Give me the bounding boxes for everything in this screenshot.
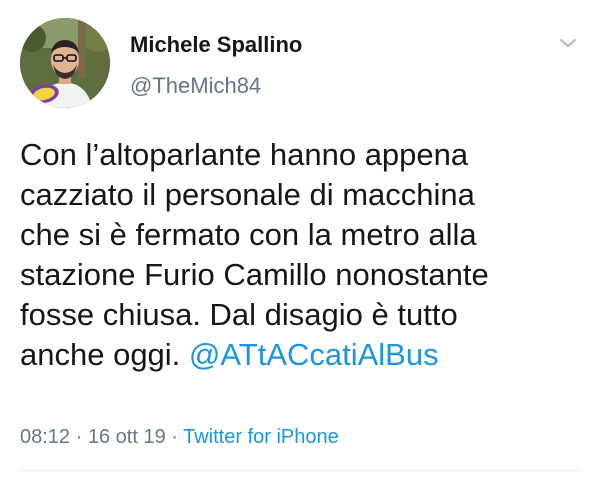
tweet-card: Michele Spallino @TheMich84 Con l’altopa… [0, 0, 600, 484]
avatar-photo [20, 18, 110, 108]
author-name[interactable]: Michele Spallino [130, 32, 302, 58]
meta-separator: · [70, 426, 88, 448]
author-handle[interactable]: @TheMich84 [130, 73, 261, 99]
avatar[interactable] [20, 18, 110, 108]
tweet-header: Michele Spallino @TheMich84 [0, 0, 600, 110]
tweet-text: Con l’altoparlante hanno appena cazziato… [20, 135, 590, 375]
chevron-down-icon[interactable] [558, 36, 578, 50]
divider [20, 470, 580, 471]
tweet-date[interactable]: 16 ott 19 [88, 426, 166, 448]
tweet-meta: 08:12 · 16 ott 19 · Twitter for iPhone [20, 424, 339, 450]
mention-link[interactable]: @ATtACcatiAlBus [189, 337, 439, 372]
meta-separator: · [165, 426, 184, 448]
tweet-time[interactable]: 08:12 [20, 426, 70, 448]
tweet-source-link[interactable]: Twitter for iPhone [183, 426, 339, 448]
